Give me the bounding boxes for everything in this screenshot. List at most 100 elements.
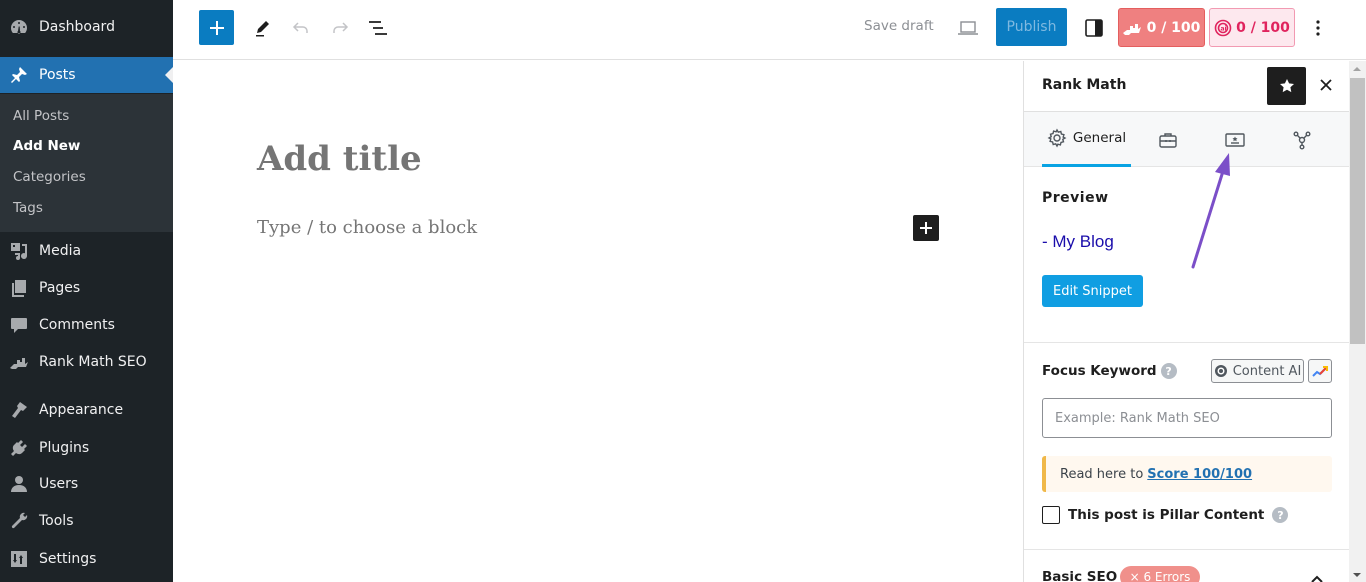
preview-section: Preview - My Blog Edit Snippet	[1024, 168, 1349, 343]
rank-math-icon	[1122, 23, 1141, 35]
pillar-content-label[interactable]: This post is Pillar Content	[1068, 507, 1264, 523]
close-icon	[1320, 79, 1332, 91]
help-icon[interactable]: ?	[1160, 363, 1177, 379]
panel-title: Rank Math	[1042, 77, 1127, 93]
focus-keyword-label: Focus Keyword?	[1042, 363, 1177, 379]
pencil-icon	[256, 21, 269, 37]
options-menu-button[interactable]	[1306, 16, 1330, 40]
more-vertical-icon	[1316, 20, 1320, 36]
sidebar-item-tools[interactable]: Tools	[0, 503, 173, 539]
submenu-add-new[interactable]: Add New	[13, 138, 80, 154]
basic-seo-heading[interactable]: Basic SEO	[1042, 569, 1117, 582]
admin-sidebar: Dashboard Posts All Posts Add New Catego…	[0, 0, 173, 582]
sidebar-item-label: Plugins	[39, 440, 90, 456]
rank-math-panel: Rank Math General Preview - My Blog Edit…	[1023, 61, 1349, 582]
edit-snippet-button[interactable]: Edit Snippet	[1042, 275, 1143, 307]
tab-general[interactable]: General	[1042, 112, 1131, 167]
tab-advanced[interactable]	[1148, 112, 1188, 167]
content-ai-icon: ai	[1214, 19, 1232, 36]
content-ai-score-value: 0 / 100	[1236, 19, 1290, 36]
collapse-basic-seo-button[interactable]	[1310, 569, 1324, 582]
sidebar-item-label: Posts	[39, 67, 76, 83]
seo-score-value: 0 / 100	[1146, 19, 1201, 36]
notice-text: Read here to	[1060, 466, 1144, 482]
help-icon[interactable]: ?	[1272, 507, 1289, 523]
submenu-all-posts[interactable]: All Posts	[13, 108, 69, 124]
close-panel-button[interactable]	[1314, 73, 1338, 97]
score-100-link[interactable]: Score 100/100	[1147, 467, 1252, 482]
preview-button[interactable]	[956, 16, 980, 40]
sidebar-item-media[interactable]: Media	[0, 233, 173, 269]
sidebar-toggle-icon	[1085, 19, 1103, 37]
pillar-content-checkbox[interactable]	[1042, 506, 1060, 524]
dashboard-icon	[9, 17, 29, 37]
panel-header: Rank Math	[1024, 61, 1349, 112]
sidebar-item-label: Rank Math SEO	[39, 354, 147, 370]
pin-icon	[9, 65, 29, 85]
brush-icon	[9, 400, 29, 420]
sidebar-item-users[interactable]: Users	[0, 466, 173, 502]
sidebar-item-settings[interactable]: Settings	[0, 541, 173, 577]
tab-schema[interactable]	[1215, 112, 1255, 167]
section-divider	[1024, 549, 1349, 550]
redo-button[interactable]	[328, 16, 352, 40]
plus-icon	[209, 20, 224, 35]
preview-label: Preview	[1042, 190, 1109, 206]
scroll-down-arrow[interactable]	[1353, 573, 1361, 577]
block-placeholder[interactable]: Type / to choose a block	[257, 217, 477, 238]
sidebar-item-label: Dashboard	[39, 19, 115, 35]
settings-sidebar-toggle[interactable]	[1082, 16, 1106, 40]
save-draft-button[interactable]: Save draft	[864, 18, 934, 34]
sidebar-item-label: Tools	[39, 513, 74, 529]
sidebar-item-rank-math-seo[interactable]: Rank Math SEO	[0, 344, 173, 380]
tools-button[interactable]	[251, 16, 275, 40]
content-ai-icon	[1214, 365, 1227, 377]
social-graph-icon	[1293, 131, 1311, 149]
sidebar-item-comments[interactable]: Comments	[0, 307, 173, 343]
star-icon	[1279, 79, 1294, 93]
sidebar-item-posts[interactable]: Posts	[0, 57, 173, 93]
submenu-tags[interactable]: Tags	[13, 200, 43, 216]
pin-panel-button[interactable]	[1267, 67, 1306, 105]
gear-icon	[1047, 128, 1067, 148]
sidebar-item-pages[interactable]: Pages	[0, 270, 173, 306]
tab-social[interactable]	[1282, 112, 1322, 167]
media-icon	[9, 241, 29, 261]
sidebar-item-label: Settings	[39, 551, 97, 567]
seo-score-button[interactable]: 0 / 100	[1118, 8, 1205, 47]
panel-tabs: General	[1024, 112, 1349, 167]
undo-button[interactable]	[289, 16, 313, 40]
posts-submenu: All Posts Add New Categories Tags	[0, 94, 173, 232]
sidebar-item-dashboard[interactable]: Dashboard	[0, 9, 173, 45]
content-ai-label: Content AI	[1232, 363, 1302, 379]
sidebar-item-appearance[interactable]: Appearance	[0, 392, 173, 428]
content-ai-button[interactable]: Content AI	[1211, 359, 1304, 383]
block-inserter-button[interactable]	[199, 10, 234, 45]
panel-scrollbar[interactable]	[1349, 61, 1366, 582]
post-title-input[interactable]: Add title	[257, 139, 422, 179]
sidebar-item-label: Pages	[39, 280, 81, 296]
sidebar-item-plugins[interactable]: Plugins	[0, 430, 173, 466]
chevron-up-icon	[1311, 575, 1323, 582]
document-overview-button[interactable]	[366, 16, 390, 40]
svg-text:ai: ai	[1221, 25, 1227, 32]
plug-icon	[9, 438, 29, 458]
trends-button[interactable]	[1308, 359, 1332, 383]
add-block-button[interactable]	[913, 215, 939, 241]
pages-icon	[9, 278, 29, 298]
score-notice: Read here to Score 100/100	[1042, 456, 1332, 492]
comment-icon	[9, 315, 29, 335]
focus-keyword-input[interactable]	[1042, 398, 1332, 438]
serp-preview-title[interactable]: - My Blog	[1042, 232, 1114, 252]
sidebar-item-label: Appearance	[39, 402, 124, 418]
scroll-up-arrow[interactable]	[1353, 67, 1361, 71]
redo-icon	[333, 22, 349, 33]
scrollbar-thumb[interactable]	[1350, 78, 1365, 344]
laptop-icon	[958, 21, 978, 35]
sidebar-item-label: Comments	[39, 317, 115, 333]
submenu-categories[interactable]: Categories	[13, 169, 86, 185]
publish-button[interactable]: Publish	[996, 8, 1067, 46]
rank-math-icon	[9, 352, 29, 372]
content-ai-score-button[interactable]: ai 0 / 100	[1209, 8, 1295, 47]
wp-block-editor: Dashboard Posts All Posts Add New Catego…	[0, 0, 1366, 582]
